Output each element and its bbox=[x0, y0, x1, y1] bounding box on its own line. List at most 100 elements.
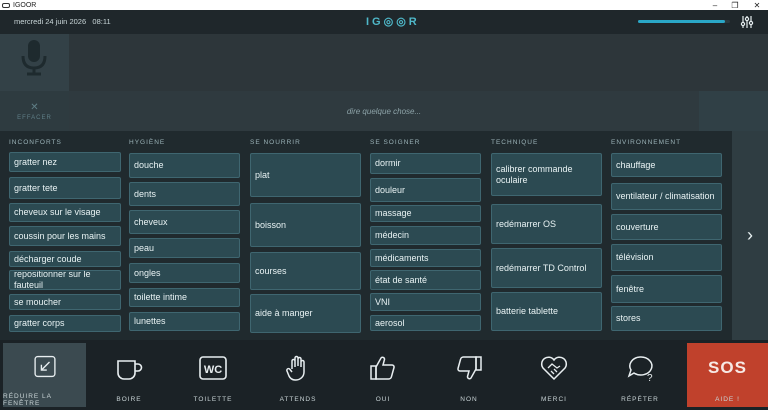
app-icon bbox=[2, 2, 10, 8]
microphone-icon bbox=[21, 40, 47, 76]
phrase-tile[interactable]: repositionner sur le fauteuil bbox=[9, 270, 121, 290]
phrase-tile[interactable]: stores bbox=[611, 306, 722, 331]
restore-window-icon[interactable]: ❐ bbox=[726, 0, 744, 10]
thumbs-down-icon bbox=[457, 356, 482, 380]
phrase-tile[interactable]: couverture bbox=[611, 214, 722, 240]
app-header: mercredi 24 juin 2026 08:11 IG◎◎R bbox=[0, 10, 768, 34]
speak-button[interactable] bbox=[699, 91, 768, 131]
window-title: IGOOR bbox=[13, 1, 37, 9]
phrase-tile[interactable]: VNI bbox=[370, 293, 481, 311]
clear-label: EFFACER bbox=[17, 114, 52, 121]
quick-button-label: OUI bbox=[375, 396, 391, 403]
input-strip: ✕ EFFACER dire quelque chose... bbox=[0, 91, 768, 131]
phrase-tile[interactable]: calibrer commande oculaire bbox=[491, 153, 602, 196]
close-window-icon[interactable]: ✕ bbox=[748, 0, 766, 10]
phrase-tile[interactable]: ongles bbox=[129, 263, 240, 283]
phrase-tile[interactable]: aide à manger bbox=[250, 294, 361, 333]
category-heading: SE NOURRIR bbox=[250, 139, 301, 146]
quick-button[interactable]: NON bbox=[429, 343, 509, 407]
phrase-tile[interactable]: coussin pour les mains bbox=[9, 226, 121, 246]
svg-text:WC: WC bbox=[204, 364, 222, 376]
quick-button-label: MERCI bbox=[541, 396, 567, 403]
phrase-tile[interactable]: redémarrer OS bbox=[491, 204, 602, 244]
window-titlebar: IGOOR – ❐ ✕ bbox=[0, 0, 768, 10]
thumbs-up-icon bbox=[370, 356, 395, 380]
microphone-button[interactable] bbox=[0, 34, 69, 91]
phrase-tile[interactable]: médecin bbox=[370, 226, 481, 245]
quick-button[interactable]: SOS AIDE ! bbox=[687, 343, 768, 407]
app-logo: IG◎◎R bbox=[366, 16, 420, 28]
phrase-tile[interactable]: douche bbox=[129, 153, 240, 178]
category-heading: ENVIRONNEMENT bbox=[611, 139, 682, 146]
phrase-tile[interactable]: lunettes bbox=[129, 312, 240, 331]
message-input[interactable]: dire quelque chose... bbox=[69, 91, 699, 131]
phrase-tile[interactable]: massage bbox=[370, 205, 481, 222]
settings-sliders-icon[interactable] bbox=[740, 14, 754, 30]
phrase-tile[interactable]: état de santé bbox=[370, 270, 481, 290]
category-heading: TECHNIQUE bbox=[491, 139, 539, 146]
phrase-tile[interactable]: ventilateur / climatisation bbox=[611, 183, 722, 210]
speech-question-icon: ? bbox=[627, 356, 653, 383]
phrase-tile[interactable]: médicaments bbox=[370, 249, 481, 267]
date-text: mercredi 24 juin 2026 bbox=[14, 17, 87, 26]
phrase-tile[interactable]: toilette intime bbox=[129, 288, 240, 307]
category-panel: › INCONFORTS gratter nez gratter tete cheve… bbox=[0, 131, 768, 340]
wc-icon: WC bbox=[199, 356, 227, 380]
category-heading: INCONFORTS bbox=[9, 139, 62, 146]
message-display bbox=[69, 34, 768, 91]
quick-button[interactable]: MERCI bbox=[514, 343, 594, 407]
phrase-tile[interactable]: cheveux bbox=[129, 210, 240, 234]
clear-icon: ✕ bbox=[30, 101, 39, 113]
time-text: 08:11 bbox=[92, 17, 111, 26]
quick-button-label: RÉDUIRE LA FENÊTRE bbox=[3, 393, 52, 407]
quick-button-label: TOILETTE bbox=[193, 396, 233, 403]
date-time: mercredi 24 juin 2026 08:11 bbox=[14, 17, 111, 26]
message-area: ✕ EFFACER dire quelque chose... bbox=[0, 34, 768, 131]
phrase-tile[interactable]: dents bbox=[129, 182, 240, 206]
quick-button[interactable]: WC TOILETTE bbox=[173, 343, 253, 407]
quick-actions-bar: RÉDUIRE LA FENÊTRE BOIRE WC TOILETTE ATTENDS… bbox=[0, 340, 768, 410]
phrase-tile[interactable]: redémarrer TD Control bbox=[491, 248, 602, 288]
phrase-tile[interactable]: dormir bbox=[370, 153, 481, 174]
phrase-tile[interactable]: boisson bbox=[250, 203, 361, 247]
minimize-window-icon[interactable]: – bbox=[706, 0, 724, 10]
quick-button-label: AIDE ! bbox=[715, 396, 740, 403]
minimize-window-icon bbox=[33, 355, 56, 378]
phrase-tile[interactable]: gratter tete bbox=[9, 177, 121, 199]
phrase-tile[interactable]: cheveux sur le visage bbox=[9, 203, 121, 222]
quick-button-label: NON bbox=[460, 396, 478, 403]
category-heading: HYGIÈNE bbox=[129, 139, 166, 146]
sos-icon: SOS bbox=[708, 358, 747, 377]
phrase-tile[interactable]: peau bbox=[129, 238, 240, 258]
phrase-tile[interactable]: batterie tablette bbox=[491, 292, 602, 331]
phrase-tile[interactable]: courses bbox=[250, 252, 361, 290]
phrase-tile[interactable]: gratter nez bbox=[9, 152, 121, 172]
phrase-tile[interactable]: fenêtre bbox=[611, 275, 722, 303]
phrase-tile[interactable]: aerosol bbox=[370, 315, 481, 331]
quick-button[interactable]: ATTENDS bbox=[258, 343, 338, 407]
phrase-tile[interactable]: chauffage bbox=[611, 153, 722, 177]
quick-button[interactable]: ? RÉPÉTER bbox=[600, 343, 680, 407]
phrase-tile[interactable]: se moucher bbox=[9, 294, 121, 310]
next-page-button[interactable]: › bbox=[732, 131, 768, 340]
cup-icon bbox=[117, 360, 143, 380]
quick-button-label: BOIRE bbox=[116, 396, 142, 403]
quick-button-label: RÉPÉTER bbox=[621, 396, 659, 403]
volume-fill bbox=[638, 20, 726, 23]
phrase-tile[interactable]: décharger coude bbox=[9, 251, 121, 267]
heart-handshake-icon bbox=[540, 356, 568, 381]
volume-slider[interactable] bbox=[638, 20, 730, 23]
quick-button[interactable]: OUI bbox=[343, 343, 423, 407]
phrase-tile[interactable]: douleur bbox=[370, 178, 481, 202]
phrase-tile[interactable]: télévision bbox=[611, 244, 722, 271]
quick-button-label: ATTENDS bbox=[279, 396, 317, 403]
phrase-tile[interactable]: gratter corps bbox=[9, 315, 121, 332]
chevron-right-icon: › bbox=[747, 225, 753, 245]
category-heading: SE SOIGNER bbox=[370, 139, 421, 146]
clear-button[interactable]: ✕ EFFACER bbox=[0, 91, 69, 131]
quick-button[interactable]: BOIRE bbox=[89, 343, 169, 407]
hand-icon bbox=[286, 355, 305, 381]
phrase-tile[interactable]: plat bbox=[250, 153, 361, 197]
svg-text:?: ? bbox=[647, 373, 653, 383]
quick-button[interactable]: RÉDUIRE LA FENÊTRE bbox=[3, 343, 86, 407]
